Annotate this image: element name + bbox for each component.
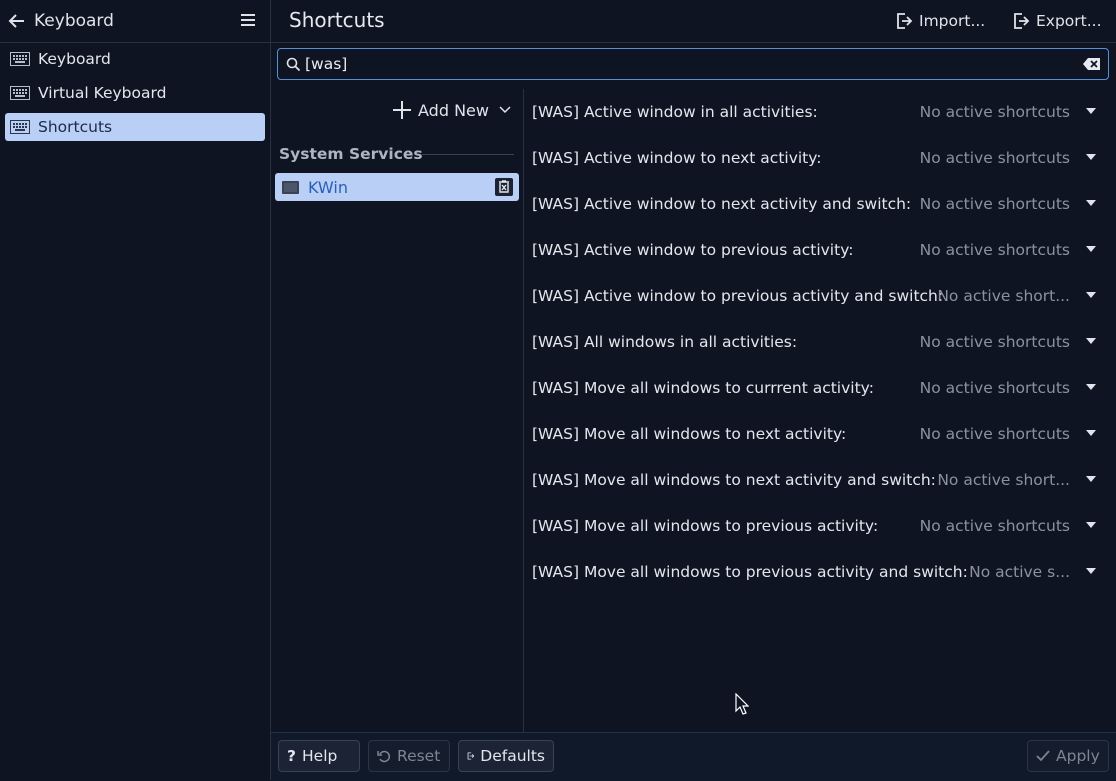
- shortcut-name: [WAS] Active window to previous activity…: [532, 241, 854, 259]
- sidebar-item-label: Keyboard: [38, 50, 111, 68]
- reset-button[interactable]: Reset: [368, 740, 450, 772]
- back-label: Keyboard: [34, 11, 114, 31]
- shortcut-name: [WAS] Move all windows to next activity …: [532, 471, 936, 489]
- shortcut-row[interactable]: [WAS] Move all windows to next activity …: [532, 457, 1108, 503]
- page-title: Shortcuts: [289, 8, 385, 32]
- dropdown-arrow-icon[interactable]: [1086, 568, 1096, 574]
- dropdown-arrow-icon[interactable]: [1086, 338, 1096, 344]
- shortcut-row[interactable]: [WAS] Active window to previous activity…: [532, 273, 1108, 319]
- search-field[interactable]: [277, 48, 1109, 80]
- shortcut-name: [WAS] Active window in all activities:: [532, 103, 818, 121]
- reset-label: Reset: [397, 747, 441, 765]
- help-button[interactable]: ? Help: [278, 740, 360, 772]
- shortcut-row[interactable]: [WAS] Active window in all activities: N…: [532, 89, 1108, 135]
- dropdown-arrow-icon[interactable]: [1086, 292, 1096, 298]
- component-label: KWin: [308, 177, 348, 197]
- dropdown-arrow-icon[interactable]: [1086, 476, 1096, 482]
- shortcut-row[interactable]: [WAS] Active window to next activity: No…: [532, 135, 1108, 181]
- hamburger-menu-icon[interactable]: [240, 11, 258, 31]
- add-new-label: Add New: [418, 100, 489, 120]
- defaults-label: Defaults: [480, 747, 545, 765]
- back-button[interactable]: Keyboard: [8, 9, 118, 33]
- section-divider: [422, 154, 514, 155]
- dropdown-arrow-icon[interactable]: [1086, 430, 1096, 436]
- shortcut-status: No active shortcuts: [919, 149, 1070, 167]
- sidebar-item-label: Shortcuts: [38, 118, 113, 136]
- shortcut-row[interactable]: [WAS] Active window to previous activity…: [532, 227, 1108, 273]
- dropdown-arrow-icon[interactable]: [1086, 200, 1096, 206]
- shortcut-status: No active shortcuts: [919, 379, 1070, 397]
- shortcut-name: [WAS] Move all windows to currrent activ…: [532, 379, 874, 397]
- shortcut-row[interactable]: [WAS] Move all windows to next activity:…: [532, 411, 1108, 457]
- shortcut-name: [WAS] Move all windows to previous activ…: [532, 563, 968, 581]
- delete-icon[interactable]: [495, 178, 513, 196]
- shortcut-status: No active s...: [969, 563, 1070, 581]
- help-icon: ?: [287, 747, 296, 765]
- search-icon: [286, 57, 301, 71]
- sidebar-item-label: Virtual Keyboard: [38, 84, 167, 102]
- sidebar-item-keyboard[interactable]: Keyboard: [5, 45, 265, 73]
- shortcut-status: No active shortcuts: [919, 241, 1070, 259]
- shortcut-row[interactable]: [WAS] Move all windows to currrent activ…: [532, 365, 1108, 411]
- arrow-left-icon: [8, 14, 24, 28]
- defaults-icon: [467, 752, 475, 760]
- apply-label: Apply: [1056, 747, 1100, 765]
- page-header: Shortcuts: [271, 0, 1116, 43]
- sidebar-item-virtual-keyboard[interactable]: Virtual Keyboard: [5, 79, 265, 107]
- shortcut-status: No active shortcuts: [919, 333, 1070, 351]
- shortcut-row[interactable]: [WAS] All windows in all activities: No …: [532, 319, 1108, 365]
- apply-button[interactable]: Apply: [1027, 740, 1109, 772]
- import-icon: [897, 13, 913, 29]
- add-new-button[interactable]: Add New: [392, 98, 517, 122]
- shortcut-status: No active shortcuts: [919, 425, 1070, 443]
- shortcut-name: [WAS] Active window to previous activity…: [532, 287, 944, 305]
- keyboard-icon: [10, 120, 30, 134]
- export-button[interactable]: Export...: [1012, 9, 1102, 33]
- import-label: Import...: [919, 12, 986, 30]
- export-label: Export...: [1036, 12, 1102, 30]
- checkmark-icon: [1036, 750, 1050, 762]
- shortcut-name: [WAS] All windows in all activities:: [532, 333, 798, 351]
- dropdown-arrow-icon[interactable]: [1086, 108, 1096, 114]
- shortcut-status: No active shortcuts: [919, 195, 1070, 213]
- section-title: System Services: [279, 145, 423, 163]
- chevron-down-icon: [499, 106, 511, 114]
- shortcut-status: No active shortcuts: [919, 103, 1070, 121]
- sidebar-item-shortcuts[interactable]: Shortcuts: [5, 113, 265, 141]
- import-button[interactable]: Import...: [895, 9, 985, 33]
- plus-icon: [393, 101, 411, 119]
- shortcut-status: No active short...: [937, 471, 1070, 489]
- monitor-icon: [282, 180, 299, 194]
- dropdown-arrow-icon[interactable]: [1086, 246, 1096, 252]
- component-item-kwin[interactable]: KWin: [275, 173, 519, 201]
- shortcut-name: [WAS] Move all windows to previous activ…: [532, 517, 879, 535]
- shortcut-status: No active short...: [937, 287, 1070, 305]
- shortcut-status: No active shortcuts: [919, 517, 1070, 535]
- help-label: Help: [302, 747, 338, 765]
- shortcut-name: [WAS] Active window to next activity and…: [532, 195, 912, 213]
- clear-text-icon[interactable]: [1083, 57, 1101, 71]
- mouse-cursor-icon: [735, 693, 749, 715]
- export-icon: [1014, 13, 1030, 29]
- shortcut-row[interactable]: [WAS] Move all windows to previous activ…: [532, 503, 1108, 549]
- dropdown-arrow-icon[interactable]: [1086, 154, 1096, 160]
- shortcut-row[interactable]: [WAS] Active window to next activity and…: [532, 181, 1108, 227]
- dropdown-arrow-icon[interactable]: [1086, 522, 1096, 528]
- shortcut-name: [WAS] Active window to next activity:: [532, 149, 822, 167]
- shortcut-name: [WAS] Move all windows to next activity:: [532, 425, 847, 443]
- dropdown-arrow-icon[interactable]: [1086, 384, 1096, 390]
- keyboard-icon: [10, 52, 30, 66]
- shortcut-row[interactable]: [WAS] Move all windows to previous activ…: [532, 549, 1108, 595]
- keyboard-icon: [10, 86, 30, 100]
- defaults-button[interactable]: Defaults: [458, 740, 554, 772]
- search-input[interactable]: [301, 55, 1069, 73]
- undo-icon: [377, 750, 391, 763]
